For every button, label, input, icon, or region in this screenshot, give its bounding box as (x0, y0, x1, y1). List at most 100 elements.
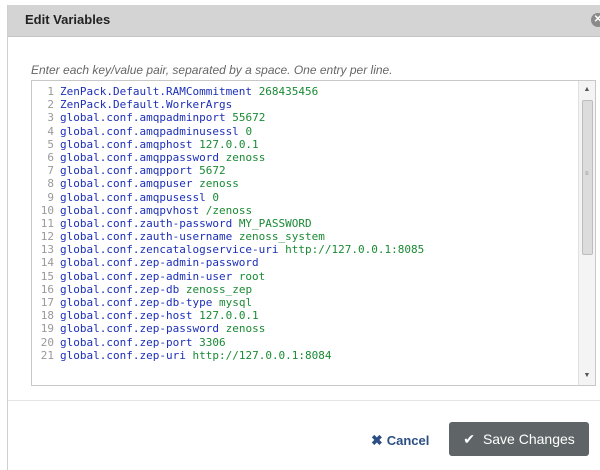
variable-key: global.conf.amqpadminusessl (60, 124, 239, 138)
line-number: 21 (40, 348, 54, 362)
variable-value: 127.0.0.1 (199, 309, 259, 323)
editor-line: 19 global.conf.zep-password zenoss (32, 322, 577, 335)
variable-key: global.conf.amqpadminport (60, 111, 226, 125)
close-icon[interactable]: ✕ (591, 13, 600, 27)
variable-value: 5672 (199, 164, 226, 178)
variable-key: global.conf.zep-host (60, 309, 193, 323)
variable-key: global.conf.zep-db-type (60, 296, 213, 309)
editor-line: 14 global.conf.zep-admin-password (32, 256, 577, 269)
editor-line: 2 ZenPack.Default.WorkerArgs (32, 98, 577, 111)
variable-key: global.conf.amqphost (60, 137, 193, 151)
variable-value: zenoss_zep (185, 282, 253, 296)
variable-value: 127.0.0.1 (199, 137, 259, 151)
variable-value: root (238, 269, 266, 283)
cancel-label: Cancel (386, 433, 430, 448)
line-number: 14 (40, 256, 54, 270)
variable-value: 0 (245, 124, 253, 138)
line-number: 15 (40, 269, 54, 283)
variable-value: zenoss (199, 177, 239, 191)
edit-variables-dialog: Edit Variables ✕ Enter each key/value pa… (7, 5, 600, 470)
variable-key: ZenPack.Default.WorkerArgs (60, 98, 233, 112)
variable-key: global.conf.zep-uri (60, 348, 186, 362)
editor-scrollbar[interactable]: ▲ ≡ ▼ (578, 81, 595, 385)
editor-lines: 1 ZenPack.Default.RAMCommitment 268435456… (32, 85, 577, 362)
dialog-title: Edit Variables (25, 12, 111, 27)
variable-key: global.conf.zencatalogservice-uri (60, 243, 279, 257)
save-changes-button[interactable]: ✔ Save Changes (449, 422, 589, 456)
variable-value: zenoss_system (238, 230, 325, 244)
variable-key: global.conf.amqppassword (60, 150, 219, 164)
variable-key: global.conf.amqpport (60, 164, 193, 178)
line-number: 9 (47, 190, 54, 204)
variable-value: 268435456 (258, 85, 319, 98)
footer-divider (8, 400, 600, 401)
variable-key: global.conf.amqpvhost (60, 203, 200, 217)
line-number: 19 (40, 322, 54, 336)
line-number: 3 (47, 111, 54, 125)
editor-line: 8 global.conf.amqpuser zenoss (32, 177, 577, 190)
editor-line: 17 global.conf.zep-db-type mysql (32, 296, 577, 309)
editor-line: 6 global.conf.amqppassword zenoss (32, 151, 577, 164)
variable-value: zenoss (225, 150, 266, 164)
variable-key: global.conf.zauth-password (60, 216, 233, 230)
variable-key: global.conf.zep-admin-user (60, 269, 233, 283)
line-number: 20 (40, 335, 54, 349)
variable-key: ZenPack.Default.RAMCommitment (60, 85, 253, 98)
variable-key: global.conf.amqpusessl (60, 190, 206, 204)
editor-line: 15 global.conf.zep-admin-user root (32, 270, 577, 283)
line-number: 1 (47, 85, 54, 98)
editor-line: 11 global.conf.zauth-password MY_PASSWORD (32, 217, 577, 230)
variable-key: global.conf.amqpuser (60, 177, 193, 191)
variable-value: zenoss (225, 322, 266, 336)
editor-line: 21 global.conf.zep-uri http://127.0.0.1:8… (32, 349, 577, 362)
variable-value: 55672 (232, 111, 266, 125)
editor-line: 3 global.conf.amqpadminport 55672 (32, 111, 577, 124)
variable-value: MY_PASSWORD (238, 216, 312, 230)
variable-key: global.conf.zep-db (60, 282, 180, 296)
dialog-title-bar[interactable]: Edit Variables ✕ (8, 5, 600, 37)
scroll-down-arrow-icon[interactable]: ▼ (579, 369, 595, 383)
variable-value: /zenoss (205, 203, 253, 217)
editor-line: 20 global.conf.zep-port 3306 (32, 336, 577, 349)
line-number: 10 (40, 203, 54, 217)
variable-key: global.conf.zauth-username (60, 230, 233, 244)
line-number: 6 (47, 150, 54, 164)
variables-editor[interactable]: 1 ZenPack.Default.RAMCommitment 268435456… (31, 80, 596, 386)
editor-line: 1 ZenPack.Default.RAMCommitment 268435456 (32, 85, 577, 98)
line-number: 2 (47, 98, 54, 112)
scroll-up-arrow-icon[interactable]: ▲ (579, 83, 595, 97)
variable-value: http://127.0.0.1:8085 (285, 243, 425, 257)
variable-key: global.conf.zep-admin-password (60, 256, 259, 270)
checkmark-icon: ✔ (463, 430, 475, 447)
cancel-button[interactable]: ✖ Cancel (371, 432, 429, 449)
editor-line: 12 global.conf.zauth-username zenoss_syst… (32, 230, 577, 243)
line-number: 5 (47, 137, 54, 151)
variable-value: 0 (212, 190, 219, 204)
editor-line: 4 global.conf.amqpadminusessl 0 (32, 125, 577, 138)
line-number: 16 (40, 282, 54, 296)
editor-line: 9 global.conf.amqpusessl 0 (32, 191, 577, 204)
editor-line: 5 global.conf.amqphost 127.0.0.1 (32, 138, 577, 151)
scrollbar-grip-icon: ≡ (585, 171, 589, 177)
line-number: 11 (40, 216, 54, 230)
variable-value: mysql (218, 296, 253, 309)
line-number: 13 (40, 243, 54, 257)
editor-line: 18 global.conf.zep-host 127.0.0.1 (32, 309, 577, 322)
cancel-x-icon: ✖ (371, 432, 383, 448)
line-number: 18 (40, 309, 54, 323)
line-number: 7 (47, 164, 54, 178)
variable-key: global.conf.zep-port (60, 335, 193, 349)
editor-line: 7 global.conf.amqpport 5672 (32, 164, 577, 177)
variable-value: http://127.0.0.1:8084 (192, 348, 332, 362)
instructions-text: Enter each key/value pair, separated by … (31, 63, 393, 77)
save-label: Save Changes (482, 431, 575, 447)
variable-value: 3306 (199, 335, 226, 349)
editor-line: 13 global.conf.zencatalogservice-uri http… (32, 243, 577, 256)
variable-key: global.conf.zep-password (60, 322, 219, 336)
editor-line: 10 global.conf.amqpvhost /zenoss (32, 204, 577, 217)
line-number: 8 (47, 177, 54, 191)
editor-line: 16 global.conf.zep-db zenoss_zep (32, 283, 577, 296)
line-number: 17 (40, 296, 54, 309)
scrollbar-thumb[interactable]: ≡ (582, 100, 593, 255)
line-number: 4 (47, 124, 54, 138)
